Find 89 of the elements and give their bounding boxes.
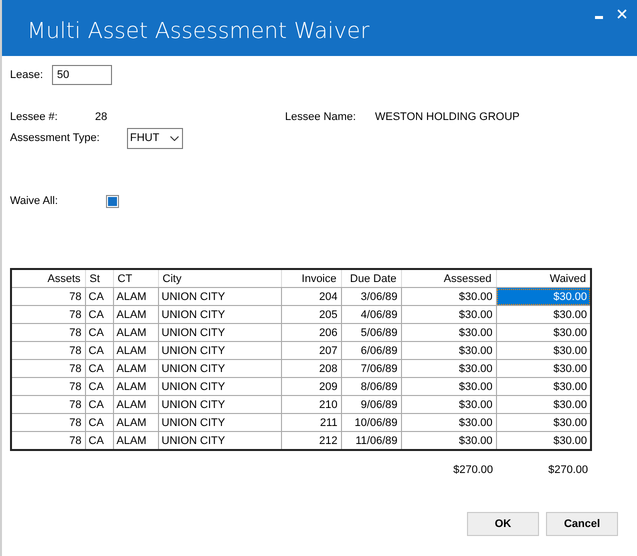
table-cell: CA (85, 324, 113, 342)
table-cell: $30.00 (401, 324, 496, 342)
table-cell: $30.00 (401, 288, 496, 306)
table-cell: UNION CITY (158, 432, 281, 450)
table-cell[interactable]: $30.00 (496, 360, 591, 378)
table-cell: UNION CITY (158, 378, 281, 396)
table-cell: CA (85, 360, 113, 378)
table-cell: 78 (11, 360, 85, 378)
field-label: Lessee Name: (285, 111, 357, 123)
table-cell: 3/06/89 (341, 288, 401, 306)
table-cell: 210 (281, 396, 341, 414)
table-cell: UNION CITY (158, 414, 281, 432)
table-cell: 78 (11, 342, 85, 360)
table-cell[interactable]: $30.00 (496, 306, 591, 324)
field-value: WESTON HOLDING GROUP (375, 111, 520, 123)
table-cell: 207 (281, 342, 341, 360)
table-cell: 78 (11, 414, 85, 432)
lease-field[interactable]: 50 (52, 65, 112, 85)
table-cell[interactable]: $30.00 (496, 396, 591, 414)
table-cell: 78 (11, 288, 85, 306)
assessment-type-dropdown[interactable]: FHUT (127, 128, 183, 148)
table-cell: $30.00 (401, 396, 496, 414)
table-cell: 78 (11, 378, 85, 396)
table-cell: ALAM (113, 288, 158, 306)
table-cell: UNION CITY (158, 306, 281, 324)
table-cell: ALAM (113, 324, 158, 342)
table-cell: 4/06/89 (341, 306, 401, 324)
cancel-button[interactable]: Cancel (546, 512, 618, 536)
field-label: Lessee #: (10, 111, 59, 123)
table-cell: 212 (281, 432, 341, 450)
field-value: 28 (95, 111, 108, 123)
table-cell[interactable]: $30.00 (496, 432, 591, 450)
table-cell: 205 (281, 306, 341, 324)
waive-all-checkbox[interactable] (106, 194, 119, 208)
close-icon[interactable] (617, 8, 627, 18)
table-cell: CA (85, 432, 113, 450)
chevron-down-icon (170, 136, 179, 140)
table-cell: CA (85, 306, 113, 324)
table-cell: UNION CITY (158, 396, 281, 414)
table-cell: 11/06/89 (341, 432, 401, 450)
table-cell: CA (85, 378, 113, 396)
waived-total: $270.00 (547, 464, 588, 476)
field-label: Assessment Type: (10, 132, 101, 144)
field-label: Waive All: (10, 195, 59, 207)
table-cell: ALAM (113, 306, 158, 324)
table-cell: 211 (281, 414, 341, 432)
table-cell: 78 (11, 306, 85, 324)
table-cell[interactable]: $30.00 (496, 378, 591, 396)
table-cell: $30.00 (401, 360, 496, 378)
table-cell: UNION CITY (158, 360, 281, 378)
table-cell: ALAM (113, 414, 158, 432)
table-cell: 204 (281, 288, 341, 306)
table-cell: ALAM (113, 378, 158, 396)
table-cell: $30.00 (401, 342, 496, 360)
table-cell: 9/06/89 (341, 396, 401, 414)
table-cell: UNION CITY (158, 288, 281, 306)
table-cell: 78 (11, 432, 85, 450)
table-cell: $30.00 (401, 432, 496, 450)
table-cell: CA (85, 342, 113, 360)
table-cell[interactable]: $30.00 (496, 342, 591, 360)
table-cell: 78 (11, 324, 85, 342)
table-cell: $30.00 (401, 306, 496, 324)
table-cell: $30.00 (401, 378, 496, 396)
table-cell: 206 (281, 324, 341, 342)
table-cell: 78 (11, 396, 85, 414)
table-cell: UNION CITY (158, 342, 281, 360)
table-cell[interactable]: $30.00 (496, 288, 591, 306)
table-cell: CA (85, 414, 113, 432)
table-cell[interactable]: $30.00 (496, 324, 591, 342)
table-cell: UNION CITY (158, 324, 281, 342)
table-cell: 8/06/89 (341, 378, 401, 396)
table-cell: 6/06/89 (341, 342, 401, 360)
table-cell[interactable]: $30.00 (496, 414, 591, 432)
table-cell: CA (85, 288, 113, 306)
table-cell: $30.00 (401, 414, 496, 432)
assessed-total: $270.00 (452, 464, 493, 476)
table-cell: CA (85, 396, 113, 414)
window-title: Multi Asset Assessment Waiver (27, 18, 370, 44)
table-cell: 7/06/89 (341, 360, 401, 378)
table-cell: ALAM (113, 342, 158, 360)
table-cell: ALAM (113, 360, 158, 378)
table-cell: 10/06/89 (341, 414, 401, 432)
table-cell: 5/06/89 (341, 324, 401, 342)
table-cell: ALAM (113, 432, 158, 450)
table-cell: 208 (281, 360, 341, 378)
field-label: Lease: (10, 69, 44, 81)
ok-button[interactable]: OK (467, 512, 539, 536)
table-cell: 209 (281, 378, 341, 396)
table-cell: ALAM (113, 396, 158, 414)
